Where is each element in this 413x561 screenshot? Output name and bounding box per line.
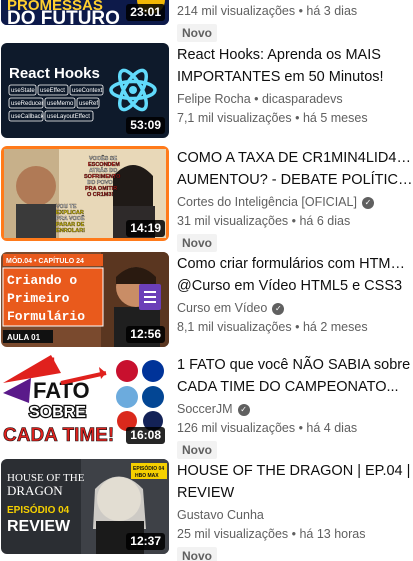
- video-title[interactable]: HOUSE OF THE DRAGON | EP.04 |: [177, 460, 413, 482]
- video-thumbnail[interactable]: React Hooks useState useEffect useContex…: [1, 43, 169, 138]
- video-title[interactable]: CADA TIME DO CAMPEONATO...: [177, 376, 413, 398]
- thumb-text: REVIEW: [7, 518, 71, 535]
- video-item[interactable]: React Hooks useState useEffect useContex…: [0, 43, 413, 143]
- thumb-text: useState: [11, 88, 35, 94]
- thumb-text: DRAGON: [7, 483, 63, 498]
- thumb-text: EPISÓDIO 04: [133, 464, 164, 472]
- new-badge: Novo: [177, 24, 217, 42]
- thumb-text: useContext: [72, 88, 103, 94]
- video-meta: 214 mil visualizações • há 3 dias: [177, 4, 358, 18]
- channel-label[interactable]: Cortes do Inteligência [OFICIAL]: [177, 193, 357, 212]
- thumb-text: SOBRE: [29, 404, 86, 421]
- thumb-text: useCallback: [11, 114, 45, 120]
- channel-name[interactable]: Gustavo Cunha: [177, 506, 413, 525]
- thumb-text: CADA TIME!: [3, 425, 114, 446]
- thumb-text: useMemo: [47, 101, 74, 107]
- channel-label[interactable]: Gustavo Cunha: [177, 506, 264, 525]
- video-thumbnail[interactable]: PROMESSAS DO FUTURO 23:01: [1, 0, 169, 25]
- thumb-text: React Hooks: [9, 65, 100, 82]
- thumb-text: useEffect: [40, 88, 65, 94]
- video-thumbnail[interactable]: MÓD.04 • CAPÍTULO 24 Criando o Primeiro …: [1, 252, 169, 347]
- thumb-text: useReducer: [11, 101, 43, 107]
- thumb-text: ENROLAR!: [56, 228, 85, 234]
- channel-label[interactable]: Curso em Vídeo: [177, 299, 267, 318]
- video-meta: 8,1 mil visualizações • há 2 meses: [177, 320, 368, 334]
- video-item[interactable]: VOCÊS SE ESCONDEM ATRÁS DO SOFRIMENTO DO…: [0, 146, 413, 252]
- video-item[interactable]: 1 FATO SOBRE CADA TIME! 16:08 1 FATO que…: [0, 353, 413, 459]
- check-circle-icon: ✓: [237, 403, 250, 416]
- video-title[interactable]: AUMENTOU? - DEBATE POLÍTICO:...: [177, 169, 413, 191]
- video-title[interactable]: REVIEW: [177, 482, 413, 504]
- thumb-text: DO FUTURO: [7, 8, 120, 25]
- thumb-text: VOCÊS SE: [89, 154, 117, 162]
- video-title[interactable]: COMO A TAXA DE CR1MIN4LID4DE: [177, 147, 413, 169]
- video-thumbnail[interactable]: 1 FATO SOBRE CADA TIME! 16:08: [1, 353, 169, 448]
- video-title[interactable]: @Curso em Vídeo HTML5 e CSS3: [177, 275, 413, 297]
- video-duration: 14:19: [126, 220, 165, 237]
- video-duration: 23:01: [126, 4, 165, 21]
- channel-name[interactable]: Cortes do Inteligência [OFICIAL] ✓: [177, 193, 413, 212]
- video-duration: 12:56: [126, 326, 165, 343]
- thumb-text: HBO MAX: [135, 473, 159, 479]
- video-title[interactable]: Como criar formulários com HTML5 -: [177, 253, 413, 275]
- video-meta: 25 mil visualizações • há 13 horas: [177, 527, 366, 541]
- thumb-text: 1: [46, 353, 58, 378]
- thumb-text: useRef: [79, 101, 98, 107]
- channel-name[interactable]: Curso em Vídeo ✓: [177, 299, 413, 318]
- channel-label[interactable]: SoccerJM: [177, 400, 233, 419]
- video-title[interactable]: React Hooks: Aprenda os MAIS: [177, 44, 413, 66]
- new-badge: Novo: [177, 547, 217, 561]
- thumb-text: MÓD.04 • CAPÍTULO 24: [6, 256, 84, 265]
- new-badge: Novo: [177, 234, 217, 252]
- new-badge: Novo: [177, 441, 217, 459]
- thumb-text: ATRÁS DO: [89, 167, 118, 174]
- check-circle-icon: ✓: [361, 196, 374, 209]
- thumb-text: Criando o: [7, 273, 77, 288]
- video-thumbnail[interactable]: VOCÊS SE ESCONDEM ATRÁS DO SOFRIMENTO DO…: [1, 146, 169, 241]
- channel-label[interactable]: Felipe Rocha • dicasparadevs: [177, 90, 343, 109]
- channel-name[interactable]: SoccerJM ✓: [177, 400, 413, 419]
- check-circle-icon: ✓: [272, 302, 285, 315]
- thumb-text: Primeiro: [7, 291, 70, 306]
- video-duration: 12:37: [126, 533, 165, 550]
- thumb-text: AULA 01: [7, 333, 41, 342]
- video-item[interactable]: EPISÓDIO 04 HBO MAX HOUSE OF THE DRAGON …: [0, 459, 413, 561]
- video-title[interactable]: 1 FATO que você NÃO SABIA sobre: [177, 354, 413, 376]
- video-duration: 16:08: [126, 427, 165, 444]
- video-meta: 7,1 mil visualizações • há 5 meses: [177, 111, 368, 125]
- video-meta: 31 mil visualizações • há 6 dias: [177, 214, 351, 228]
- thumb-text: EPISÓDIO 04: [7, 503, 70, 516]
- video-item[interactable]: MÓD.04 • CAPÍTULO 24 Criando o Primeiro …: [0, 252, 413, 352]
- video-thumbnail[interactable]: EPISÓDIO 04 HBO MAX HOUSE OF THE DRAGON …: [1, 459, 169, 554]
- video-duration: 53:09: [126, 117, 165, 134]
- thumb-text: O CR1M3!: [87, 192, 113, 198]
- thumb-text: useLayoutEffect: [47, 114, 90, 120]
- channel-name[interactable]: Felipe Rocha • dicasparadevs: [177, 90, 413, 109]
- video-meta: 126 mil visualizações • há 4 dias: [177, 421, 358, 435]
- thumb-text: Formulário: [7, 309, 85, 324]
- thumb-text: PRA VOCÊ: [56, 214, 85, 222]
- video-item[interactable]: PROMESSAS DO FUTURO 23:01 214 mil visual…: [0, 0, 413, 42]
- video-title[interactable]: IMPORTANTES em 50 Minutos!: [177, 66, 413, 88]
